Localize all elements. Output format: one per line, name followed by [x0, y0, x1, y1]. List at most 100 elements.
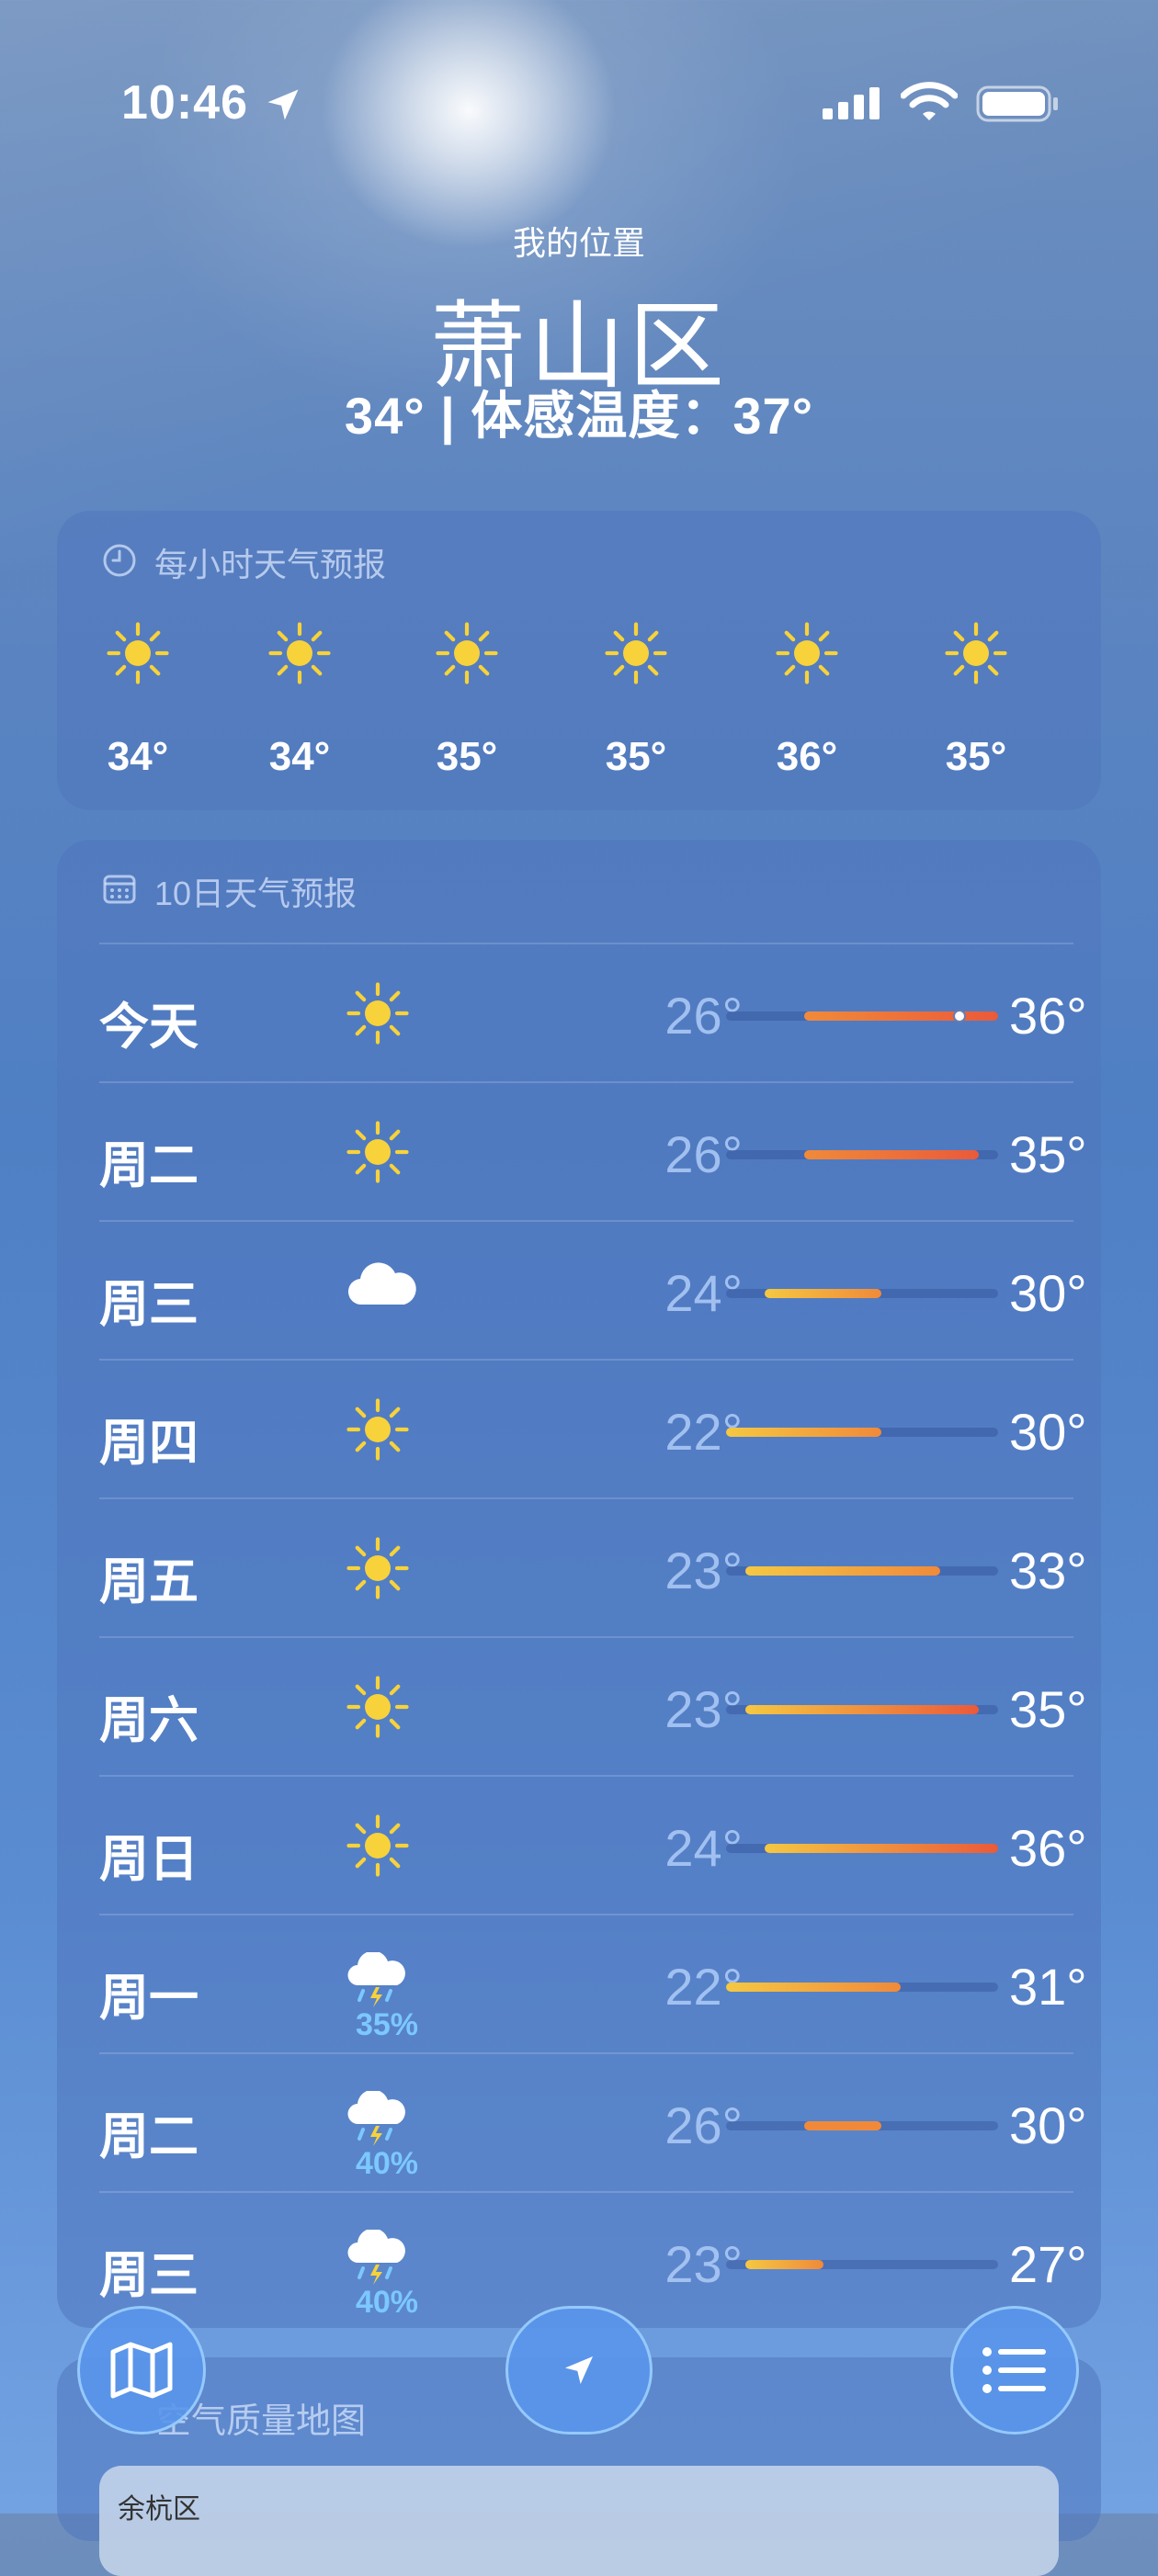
hourly-item: 35° — [572, 621, 700, 780]
status-time: 10:46 — [121, 76, 248, 130]
high-temp: 36° — [1009, 1819, 1087, 1877]
low-temp: 24° — [664, 1819, 743, 1877]
high-temp: 35° — [1009, 1125, 1087, 1183]
hourly-temp: 34° — [107, 734, 169, 779]
battery-icon — [976, 85, 1058, 122]
temp-range-bar — [726, 1566, 998, 1576]
map-icon — [110, 2342, 173, 2399]
high-temp: 30° — [1009, 1264, 1087, 1322]
sun-icon — [605, 622, 667, 684]
sun-icon — [107, 622, 169, 684]
sun-icon — [776, 622, 838, 684]
location-services-icon — [267, 89, 299, 120]
hourly-temp: 34° — [268, 734, 331, 779]
day-label: 周六 — [99, 1693, 199, 1748]
low-temp: 23° — [664, 1542, 743, 1599]
current-location-button[interactable] — [505, 2306, 653, 2435]
sun-icon — [346, 1121, 409, 1183]
temp-range-bar — [726, 2260, 998, 2269]
temp-range-fill — [726, 1428, 882, 1437]
hourly-temp: 35° — [945, 734, 1007, 779]
map-button[interactable] — [77, 2306, 206, 2435]
temp-range-bar — [726, 2121, 998, 2130]
day-label: 今天 — [99, 1000, 199, 1055]
temp-range-fill — [745, 1566, 940, 1576]
temp-range-fill — [765, 1289, 882, 1298]
low-temp: 23° — [664, 2235, 743, 2293]
temp-range-fill — [745, 2260, 823, 2269]
forecast-day-row[interactable]: 周一 35% 22° 31° — [99, 1914, 1087, 2054]
low-temp: 22° — [664, 1958, 743, 2016]
list-icon — [982, 2347, 1046, 2393]
high-temp: 35° — [1009, 1680, 1087, 1738]
map-place-label: 余杭区 — [118, 2494, 200, 2525]
current-temperature: 34° | 体感温度：37° — [344, 387, 814, 445]
temp-range-fill — [765, 1844, 998, 1853]
temp-range-fill — [745, 1705, 979, 1714]
day-label: 周日 — [99, 1832, 199, 1887]
forecast-day-row[interactable]: 周三 24° 30° — [99, 1220, 1087, 1361]
temp-range-bar — [726, 1983, 998, 1992]
day-label: 周二 — [99, 2109, 199, 2164]
high-temp: 30° — [1009, 1403, 1087, 1461]
sun-icon — [346, 1537, 409, 1599]
high-temp: 33° — [1009, 1542, 1087, 1599]
cellular-signal-icon — [823, 87, 880, 119]
low-temp: 26° — [664, 1125, 743, 1183]
sun-icon — [346, 1676, 409, 1738]
location-subtitle: 我的位置 — [512, 224, 645, 262]
low-temp: 23° — [664, 1680, 743, 1738]
hourly-forecast-title: 每小时天气预报 — [154, 546, 387, 583]
temp-range-fill — [803, 2121, 882, 2130]
temp-range-bar — [726, 1150, 998, 1159]
precip-chance: 35% — [355, 2007, 419, 2042]
hourly-temp: 35° — [436, 734, 498, 779]
day-label: 周三 — [99, 2248, 199, 2303]
thunderstorm-icon — [347, 2089, 405, 2146]
calendar-icon — [103, 875, 136, 904]
temp-range-fill — [803, 1011, 998, 1021]
day-label: 周四 — [99, 1416, 199, 1471]
sun-icon — [268, 622, 331, 684]
wifi-icon — [901, 82, 958, 120]
hourly-item: 34° — [74, 621, 202, 780]
day-label: 周三 — [99, 1277, 199, 1332]
temp-range-bar — [726, 1010, 998, 1022]
sun-icon — [436, 622, 498, 684]
cloud-icon — [347, 1262, 416, 1305]
weather-condition — [346, 1675, 434, 1739]
forecast-day-row[interactable]: 周二 26° 35° — [99, 1081, 1087, 1222]
forecast-day-row[interactable]: 周二 40% 26° 30° — [99, 2052, 1087, 2193]
weather-condition — [346, 981, 434, 1045]
weather-condition — [346, 1259, 434, 1323]
forecast-day-row[interactable]: 周五 23° 33° — [99, 1497, 1087, 1638]
low-temp: 24° — [664, 1264, 743, 1322]
sun-icon — [346, 982, 409, 1045]
temp-range-bar — [726, 1844, 998, 1853]
weather-condition — [346, 1813, 434, 1878]
location-list-button[interactable] — [950, 2306, 1079, 2435]
low-temp: 26° — [664, 2096, 743, 2154]
hourly-forecast-card[interactable]: 每小时天气预报 34° 34° 35° 35° 36° 35° — [57, 511, 1101, 810]
high-temp: 36° — [1009, 987, 1087, 1045]
forecast-day-row[interactable]: 周日 24° 36° — [99, 1775, 1087, 1915]
forecast-day-row[interactable]: 周六 23° 35° — [99, 1636, 1087, 1777]
precip-chance: 40% — [355, 2146, 419, 2181]
hourly-item: 35° — [912, 621, 1040, 780]
temp-range-fill — [803, 1150, 979, 1159]
clock-icon — [103, 544, 136, 577]
temp-range-bar — [726, 1289, 998, 1298]
forecast-day-row[interactable]: 周四 22° 30° — [99, 1359, 1087, 1499]
weather-condition — [346, 1120, 434, 1184]
hourly-item: 34° — [235, 621, 364, 780]
status-bar: 10:46 — [0, 0, 1158, 211]
ten-day-forecast-card[interactable]: 10日天气预报 今天 26° 36° 周二 26° 35° 周三 24° 30°… — [57, 840, 1101, 2328]
ten-day-forecast-title: 10日天气预报 — [154, 875, 358, 912]
sun-icon — [346, 1398, 409, 1461]
thunderstorm-icon — [347, 1950, 405, 2007]
temp-range-fill — [726, 1983, 902, 1992]
sun-icon — [346, 1814, 409, 1877]
air-quality-map[interactable]: 余杭区 — [99, 2466, 1059, 2576]
forecast-day-row[interactable]: 今天 26° 36° — [99, 943, 1087, 1083]
low-temp: 26° — [664, 987, 743, 1045]
